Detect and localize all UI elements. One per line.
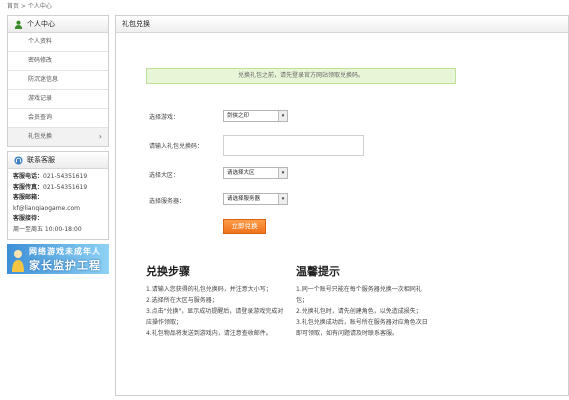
game-label: 选择游戏：: [149, 114, 180, 121]
game-select[interactable]: 剑侠之印 ▾: [223, 110, 288, 122]
step-item: 4.礼包物品将发送到游戏内，请注意查收邮件。: [146, 330, 272, 337]
tip-item: 2.兑换礼包时，请先创建角色，以免造成损失；: [296, 308, 422, 315]
user-icon: [14, 20, 23, 29]
contact-hours: 周一至周五 10:00-18:00: [13, 225, 82, 233]
contact-value: 021-54351619: [43, 183, 88, 191]
steps-list: 1.请输入您获得的礼包兑换码，并注意大小写； 2.选择所在大区与服务器； 3.点…: [146, 284, 286, 339]
contact-header: 联系客服: [8, 152, 108, 169]
contact-line: 客服邮箱：: [13, 193, 104, 204]
parental-monitoring-banner[interactable]: 网络游戏未成年人 家长监护工程: [7, 244, 109, 274]
main-title: 礼包兑换: [116, 16, 568, 33]
user-center-panel: 个人中心 个人资料 密码修改 防沉迷信息 游戏记录 会员查询 礼包兑换 ›: [7, 15, 109, 147]
sidebar-item-password[interactable]: 密码修改: [8, 52, 108, 71]
sidebar-item-gift-exchange[interactable]: 礼包兑换 ›: [8, 128, 108, 146]
contact-label: 客服接待：: [13, 215, 44, 222]
dropdown-arrow-icon: ▾: [278, 111, 287, 121]
contact-label: 客服邮箱：: [13, 194, 44, 201]
headset-icon: [14, 155, 23, 165]
region-select-value: 请选择大区: [227, 170, 255, 176]
sidebar-item-game-records[interactable]: 游戏记录: [8, 90, 108, 109]
tip-item: 3.礼包兑换成功后，账号所在服务器对应角色次日即可领取，如有问题请及时联系客服。: [296, 319, 428, 337]
region-label: 选择大区：: [149, 172, 180, 179]
contact-line: 客服传真：021-54351619: [13, 183, 104, 194]
sidebar-item-label: 游戏记录: [28, 95, 53, 102]
server-select-value: 请选择服务器: [227, 196, 261, 202]
gift-exchange-panel: 礼包兑换 兑换礼包之前，请先登录官方网站领取兑换码。 选择游戏： 剑侠之印 ▾ …: [115, 15, 569, 396]
chevron-right-icon: ›: [98, 132, 102, 141]
dropdown-arrow-icon: ▾: [278, 168, 287, 178]
code-label: 请输入礼包兑换码：: [149, 143, 204, 150]
notice-bar: 兑换礼包之前，请先登录官方网站领取兑换码。: [146, 68, 456, 84]
server-select[interactable]: 请选择服务器 ▾: [223, 193, 288, 205]
tips-title: 温馨提示: [296, 265, 340, 278]
sidebar: 个人中心 个人资料 密码修改 防沉迷信息 游戏记录 会员查询 礼包兑换 › 联系…: [7, 15, 109, 274]
contact-line: 周一至周五 10:00-18:00: [13, 225, 104, 236]
contact-line: kf@lianqiaogame.com: [13, 204, 104, 215]
server-label: 选择服务器：: [149, 198, 186, 205]
tips-list: 1.同一个账号只能在每个服务器兑换一次相同礼包； 2.兑换礼包时，请先创建角色，…: [296, 284, 431, 339]
step-item: 1.请输入您获得的礼包兑换码，并注意大小写；: [146, 286, 272, 293]
step-item: 3.点击"兑换"，显示成功提醒后，请登录游戏完成对应操作领取；: [146, 308, 284, 326]
sidebar-item-profile[interactable]: 个人资料: [8, 33, 108, 52]
contact-label: 客服传真：: [13, 183, 44, 191]
game-select-value: 剑侠之印: [227, 113, 250, 119]
breadcrumb[interactable]: 首页 > 个人中心: [7, 1, 52, 10]
sidebar-item-label: 密码修改: [28, 57, 53, 64]
user-center-header: 个人中心: [8, 16, 108, 33]
banner-line2: 家长监护工程: [29, 259, 101, 272]
sidebar-item-label: 礼包兑换: [28, 133, 53, 140]
tip-item: 1.同一个账号只能在每个服务器兑换一次相同礼包；: [296, 286, 422, 304]
sidebar-item-anti-addiction[interactable]: 防沉迷信息: [8, 71, 108, 90]
contact-line: 客服接待：: [13, 214, 104, 225]
banner-line1: 网络游戏未成年人: [29, 247, 101, 256]
dropdown-arrow-icon: ▾: [278, 194, 287, 204]
sidebar-item-label: 个人资料: [28, 38, 53, 45]
contact-value: 021-54351619: [43, 173, 88, 180]
child-figure-icon: [12, 250, 24, 272]
contact-info: 客服电话：021-54351619 客服传真：021-54351619 客服邮箱…: [8, 169, 108, 239]
code-input[interactable]: [223, 135, 364, 156]
contact-panel: 联系客服 客服电话：021-54351619 客服传真：021-54351619…: [7, 151, 109, 240]
steps-title: 兑换步骤: [146, 265, 190, 278]
redeem-button[interactable]: 立即兑换: [223, 219, 266, 234]
region-select[interactable]: 请选择大区 ▾: [223, 167, 288, 179]
user-center-title: 个人中心: [27, 20, 55, 28]
sidebar-item-member-query[interactable]: 会员查询: [8, 109, 108, 128]
contact-line: 客服电话：021-54351619: [13, 172, 104, 183]
contact-title: 联系客服: [27, 156, 55, 164]
step-item: 2.选择所在大区与服务器；: [146, 297, 218, 304]
sidebar-item-label: 防沉迷信息: [28, 76, 59, 83]
contact-label: 客服电话：: [13, 173, 44, 180]
contact-email[interactable]: kf@lianqiaogame.com: [13, 205, 80, 212]
sidebar-item-label: 会员查询: [28, 114, 53, 121]
